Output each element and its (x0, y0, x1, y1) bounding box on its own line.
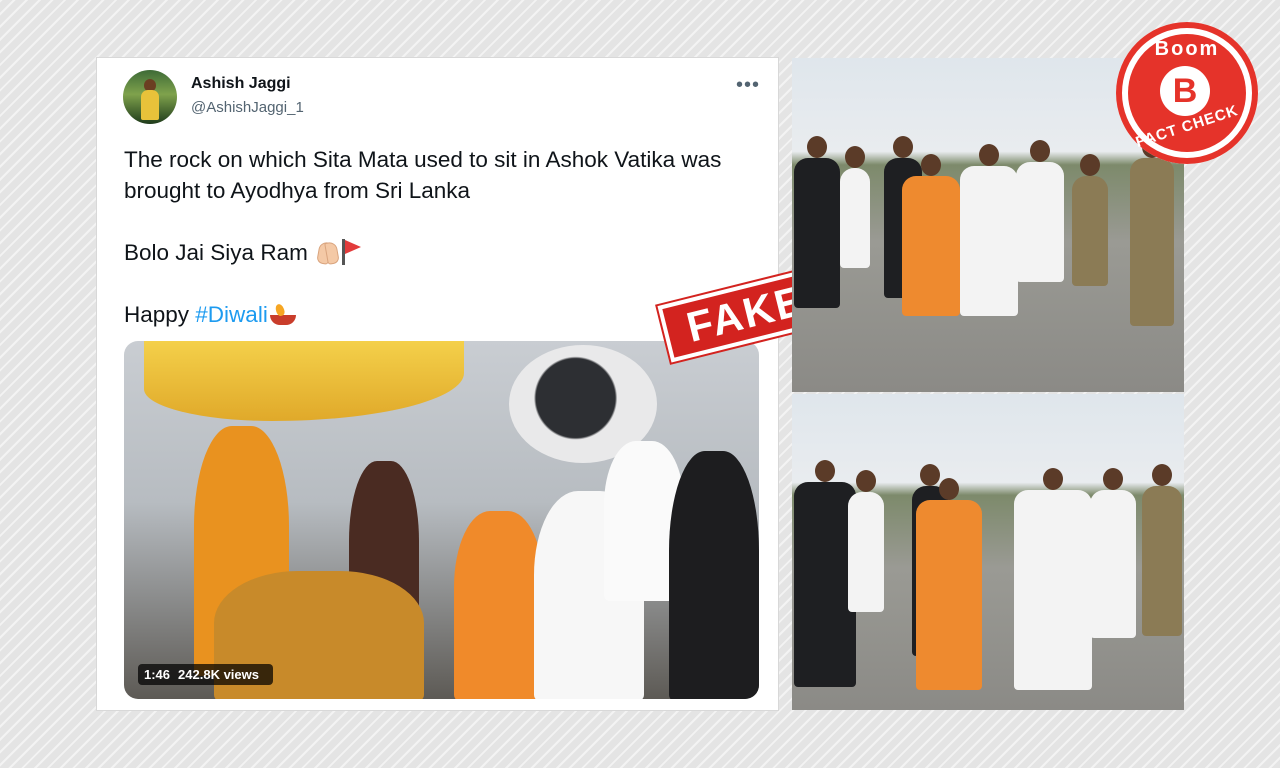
video-views: 242.8K views (178, 667, 259, 682)
boom-top-text: Boom (1154, 38, 1220, 60)
person-dark-3 (794, 460, 856, 687)
tweet-line-2-text: Bolo Jai Siya Ram (124, 240, 308, 265)
tweet-line-1: The rock on which Sita Mata used to sit … (124, 147, 722, 203)
boom-b-icon: B (1160, 66, 1210, 116)
person-white-3 (1016, 140, 1064, 282)
more-options-icon[interactable]: ••• (736, 74, 760, 97)
tweet-line-2: Bolo Jai Siya Ram (124, 237, 744, 268)
person-white-4 (848, 470, 884, 612)
tweet-text: The rock on which Sita Mata used to sit … (124, 144, 744, 330)
person-saffron-2 (916, 478, 982, 690)
dark-suit-figure (669, 451, 759, 699)
video-badge: 1:46 242.8K views (138, 664, 273, 685)
avatar[interactable] (123, 70, 177, 124)
umbrella-shape (144, 341, 464, 421)
folded-hands-icon (314, 240, 340, 264)
video-player[interactable]: 1:46 242.8K views (124, 341, 759, 699)
boom-logo: Boom B FACT CHECK (1116, 22, 1258, 164)
person-white-2 (960, 144, 1018, 316)
video-duration: 1:46 (144, 667, 171, 682)
photo-bottom (792, 394, 1184, 710)
person-dark-1 (794, 136, 840, 308)
person-white-6 (1090, 468, 1136, 638)
tweet-line-3: Happy #Diwali (124, 299, 744, 330)
saffron-figure (454, 511, 544, 699)
person-saffron (902, 154, 960, 316)
person-white-1 (840, 146, 870, 268)
red-flag-icon (340, 239, 362, 265)
author-handle[interactable]: @AshishJaggi_1 (191, 99, 304, 116)
person-khaki-1 (1072, 154, 1108, 286)
author-name[interactable]: Ashish Jaggi (191, 75, 291, 93)
hashtag-diwali[interactable]: #Diwali (195, 302, 268, 327)
tweet-card: Ashish Jaggi @AshishJaggi_1 ••• The rock… (97, 58, 778, 710)
tweet-line-3-prefix: Happy (124, 302, 196, 327)
person-khaki-3 (1142, 464, 1182, 636)
person-white-5 (1014, 468, 1092, 690)
person-khaki-2 (1130, 136, 1174, 326)
avatar-body (141, 90, 159, 120)
diya-icon (268, 303, 300, 327)
